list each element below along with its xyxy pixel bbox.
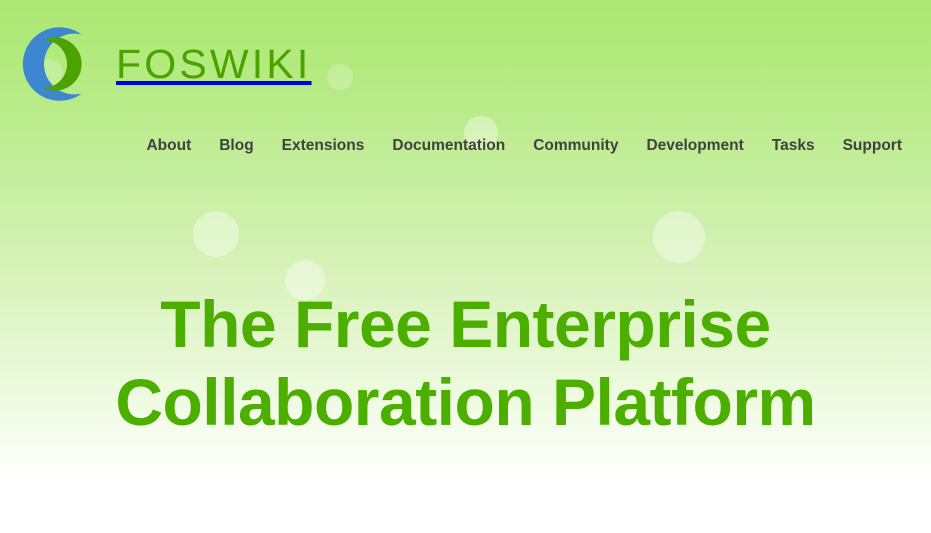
page-root: FOSWIKI About Blog Extensions Documentation… <box>0 0 931 533</box>
main-navigation: About Blog Extensions Documentation Communit… <box>0 133 931 159</box>
nav-link-development[interactable]: Development <box>632 133 757 159</box>
decorative-bubble <box>653 211 705 263</box>
hero-section: The Free Enterprise Collaboration Platfo… <box>0 285 931 441</box>
nav-link-community[interactable]: Community <box>519 133 632 159</box>
brand-wordmark: FOSWIKI <box>116 40 312 87</box>
nav-link-blog[interactable]: Blog <box>205 133 267 159</box>
decorative-bubble <box>237 480 259 502</box>
nav-item: Development <box>632 133 757 159</box>
foswiki-circle-logo-icon <box>22 27 82 101</box>
nav-link-documentation[interactable]: Documentation <box>378 133 519 159</box>
nav-item: Support <box>829 133 916 159</box>
nav-item: Documentation <box>378 133 519 159</box>
nav-link-tasks[interactable]: Tasks <box>758 133 829 159</box>
hero-title-line-1: The Free Enterprise <box>160 287 771 361</box>
nav-item: Blog <box>205 133 267 159</box>
brand-logo-link[interactable]: FOSWIKI <box>10 18 312 110</box>
nav-link-extensions[interactable]: Extensions <box>268 133 379 159</box>
hero-title: The Free Enterprise Collaboration Platfo… <box>0 285 931 441</box>
nav-item: About <box>132 133 205 159</box>
nav-link-about[interactable]: About <box>132 133 205 159</box>
nav-list: About Blog Extensions Documentation Communit… <box>0 133 931 159</box>
nav-link-support[interactable]: Support <box>829 133 916 159</box>
decorative-bubble <box>193 211 239 257</box>
decorative-bubble <box>327 64 353 90</box>
nav-item: Community <box>519 133 632 159</box>
nav-item: Tasks <box>758 133 829 159</box>
hero-title-line-2: Collaboration Platform <box>115 365 816 439</box>
nav-item: Extensions <box>268 133 379 159</box>
